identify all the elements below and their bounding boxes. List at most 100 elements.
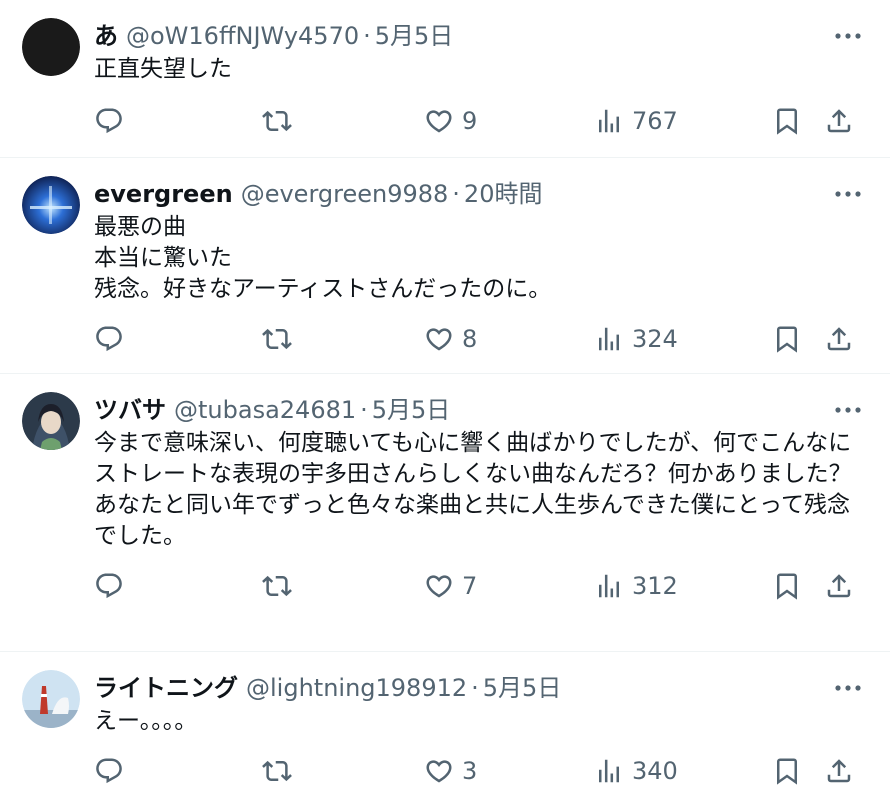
bookmark-icon: [777, 326, 797, 353]
share-icon: [827, 759, 851, 783]
display-name[interactable]: ライトニング: [94, 670, 238, 706]
bookmark-icon: [777, 108, 797, 135]
more-dots-icon: [835, 33, 861, 39]
views-chart-icon: [599, 109, 619, 133]
avatar[interactable]: [22, 18, 80, 76]
tweet-header: evergreen @evergreen9988 · 20時間: [94, 176, 866, 212]
retweet-icon: [262, 328, 292, 350]
bookmark-icon: [777, 758, 797, 785]
heart-icon: [426, 760, 452, 783]
view-count: 340: [632, 757, 678, 785]
share-icon: [827, 574, 851, 598]
like-button[interactable]: 9: [424, 106, 477, 136]
share-button[interactable]: [824, 324, 854, 354]
separator: ·: [471, 674, 479, 702]
user-handle[interactable]: @lightning198912: [246, 670, 467, 706]
heart-icon: [426, 328, 452, 351]
views-chart-icon: [599, 327, 619, 351]
user-handle[interactable]: @tubasa24681: [174, 392, 356, 428]
more-dots-icon: [835, 191, 861, 197]
bookmark-button[interactable]: [772, 571, 802, 601]
display-name[interactable]: ツバサ: [94, 392, 166, 428]
heart-icon: [426, 110, 452, 133]
separator: ·: [360, 396, 368, 424]
like-count: 9: [462, 107, 478, 135]
more-options-button[interactable]: [832, 394, 864, 426]
like-count: 8: [462, 325, 478, 353]
action-bar: 3 340: [94, 751, 866, 791]
retweet-button[interactable]: [262, 571, 292, 601]
reply-button[interactable]: [94, 106, 124, 136]
tweet-text: 最悪の曲 本当に驚いた 残念。好きなアーティストさんだったのに。: [94, 214, 552, 302]
views-chart-icon: [599, 759, 619, 783]
retweet-button[interactable]: [262, 756, 292, 786]
tweet-text: えー。。。。: [94, 708, 198, 734]
reply-icon: [96, 326, 122, 352]
more-options-button[interactable]: [832, 178, 864, 210]
retweet-button[interactable]: [262, 324, 292, 354]
timestamp[interactable]: 20時間: [464, 176, 543, 212]
reply-feed: あ @oW16ffNJWy4570 · 5月5日 正直失望した 9 767 ev…: [0, 0, 890, 798]
views-button[interactable]: 312: [594, 571, 678, 601]
user-handle[interactable]: @evergreen9988: [241, 176, 449, 212]
like-button[interactable]: 7: [424, 571, 477, 601]
bookmark-button[interactable]: [772, 324, 802, 354]
share-icon: [827, 109, 851, 133]
heart-icon: [426, 575, 452, 598]
avatar[interactable]: [22, 176, 80, 234]
timestamp[interactable]: 5月5日: [372, 392, 451, 428]
like-button[interactable]: 8: [424, 324, 477, 354]
tweet-header: あ @oW16ffNJWy4570 · 5月5日: [94, 18, 866, 54]
view-count: 767: [632, 107, 678, 135]
reply-button[interactable]: [94, 756, 124, 786]
timestamp[interactable]: 5月5日: [375, 18, 454, 54]
tweet[interactable]: あ @oW16ffNJWy4570 · 5月5日 正直失望した 9 767: [0, 0, 890, 158]
more-dots-icon: [835, 407, 861, 413]
view-count: 312: [632, 572, 678, 600]
share-icon: [827, 327, 851, 351]
action-bar: 7 312: [94, 566, 866, 606]
retweet-icon: [262, 110, 292, 132]
display-name[interactable]: evergreen: [94, 176, 233, 212]
reply-icon: [96, 108, 122, 134]
tweet[interactable]: ツバサ @tubasa24681 · 5月5日 今まで意味深い、何度聴いても心に…: [0, 374, 890, 652]
share-button[interactable]: [824, 106, 854, 136]
views-button[interactable]: 340: [594, 756, 678, 786]
retweet-icon: [262, 760, 292, 782]
separator: ·: [452, 180, 460, 208]
timestamp[interactable]: 5月5日: [483, 670, 562, 706]
bookmark-button[interactable]: [772, 756, 802, 786]
user-handle[interactable]: @oW16ffNJWy4570: [126, 18, 359, 54]
tweet-text: 今まで意味深い、何度聴いても心に響く曲ばかりでしたが、何でこんなにストレートな表…: [94, 430, 852, 549]
bookmark-button[interactable]: [772, 106, 802, 136]
avatar[interactable]: [22, 670, 80, 728]
views-button[interactable]: 324: [594, 324, 678, 354]
display-name[interactable]: あ: [94, 18, 118, 54]
views-chart-icon: [599, 574, 619, 598]
tweet-header: ツバサ @tubasa24681 · 5月5日: [94, 392, 866, 428]
like-count: 3: [462, 757, 478, 785]
like-button[interactable]: 3: [424, 756, 477, 786]
tweet[interactable]: ライトニング @lightning198912 · 5月5日 えー。。。。 3 …: [0, 652, 890, 798]
reply-icon: [96, 758, 122, 784]
view-count: 324: [632, 325, 678, 353]
more-options-button[interactable]: [832, 672, 864, 704]
tweet-header: ライトニング @lightning198912 · 5月5日: [94, 670, 866, 706]
retweet-icon: [262, 575, 292, 597]
retweet-button[interactable]: [262, 106, 292, 136]
tweet[interactable]: evergreen @evergreen9988 · 20時間 最悪の曲 本当に…: [0, 158, 890, 374]
separator: ·: [363, 22, 371, 50]
share-button[interactable]: [824, 571, 854, 601]
bookmark-icon: [777, 573, 797, 600]
action-bar: 8 324: [94, 319, 866, 359]
reply-button[interactable]: [94, 324, 124, 354]
more-dots-icon: [835, 685, 861, 691]
share-button[interactable]: [824, 756, 854, 786]
reply-button[interactable]: [94, 571, 124, 601]
avatar[interactable]: [22, 392, 80, 450]
action-bar: 9 767: [94, 101, 866, 141]
reply-icon: [96, 573, 122, 599]
views-button[interactable]: 767: [594, 106, 678, 136]
tweet-text: 正直失望した: [94, 56, 232, 82]
more-options-button[interactable]: [832, 20, 864, 52]
